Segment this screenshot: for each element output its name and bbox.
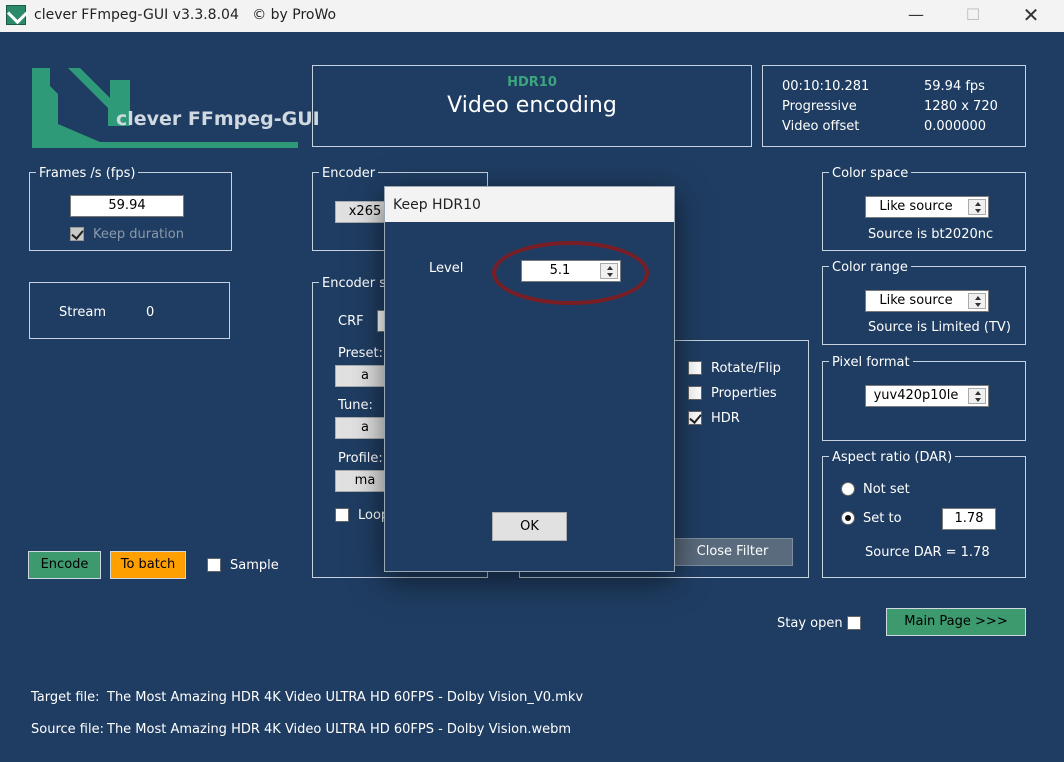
stream-value: 0 bbox=[146, 305, 155, 320]
fps-input[interactable]: 59.94 bbox=[70, 195, 184, 217]
sample-checkbox[interactable] bbox=[207, 558, 221, 572]
to-batch-button[interactable]: To batch bbox=[110, 551, 186, 579]
duration-text: 00:10:10.281 bbox=[782, 79, 870, 94]
crf-label: CRF bbox=[338, 314, 364, 329]
encoder-label: Encoder bbox=[319, 166, 379, 181]
keep-duration-checkbox[interactable] bbox=[70, 227, 84, 241]
info-panel: 00:10:10.281 59.94 fps Progressive 1280 … bbox=[762, 65, 1026, 147]
close-icon[interactable]: ✕ bbox=[1008, 0, 1054, 32]
rotate-checkbox[interactable] bbox=[688, 361, 702, 375]
dialog-title: Keep HDR10 bbox=[385, 187, 674, 222]
stay-open-checkbox[interactable] bbox=[847, 616, 861, 630]
color-space-label: Color space bbox=[829, 166, 912, 181]
color-space-value: Like source bbox=[879, 199, 953, 214]
target-file-label: Target file: bbox=[31, 690, 100, 705]
scan-text: Progressive bbox=[782, 99, 857, 114]
frames-label: Frames /s (fps) bbox=[36, 166, 139, 181]
not-set-label: Not set bbox=[863, 482, 910, 497]
source-file-value: The Most Amazing HDR 4K Video ULTRA HD 6… bbox=[107, 722, 572, 737]
hdr-checkbox[interactable] bbox=[688, 411, 702, 425]
title-bar: clever FFmpeg-GUI v3.3.8.04 © by ProWo —… bbox=[0, 0, 1064, 32]
not-set-radio[interactable] bbox=[841, 482, 855, 496]
color-space-source: Source is bt2020nc bbox=[868, 227, 994, 242]
set-to-radio[interactable] bbox=[841, 511, 855, 525]
aspect-input[interactable]: 1.78 bbox=[942, 508, 996, 530]
rotate-label: Rotate/Flip bbox=[711, 361, 781, 376]
stream-panel: Stream 0 bbox=[29, 282, 230, 339]
keep-duration-label: Keep duration bbox=[93, 227, 184, 242]
maximize-icon[interactable]: ☐ bbox=[950, 0, 996, 32]
encoder-settings-label: Encoder s bbox=[319, 276, 390, 291]
stream-label: Stream bbox=[59, 305, 107, 320]
aspect-source: Source DAR = 1.78 bbox=[865, 545, 990, 560]
spin-arrows-icon[interactable] bbox=[968, 388, 986, 404]
app-icon bbox=[6, 5, 26, 25]
pixel-format-select[interactable]: yuv420p10le bbox=[865, 385, 989, 407]
properties-label: Properties bbox=[711, 386, 777, 401]
set-to-label: Set to bbox=[863, 511, 902, 526]
tune-label: Tune: bbox=[338, 398, 373, 413]
loop-checkbox[interactable] bbox=[335, 508, 349, 522]
pixel-format-value: yuv420p10le bbox=[873, 388, 959, 403]
logo: clever FFmpeg-GUI bbox=[30, 66, 320, 150]
encode-button[interactable]: Encode bbox=[28, 551, 101, 579]
color-range-select[interactable]: Like source bbox=[865, 290, 989, 312]
close-filter-button[interactable]: Close Filter bbox=[672, 538, 793, 566]
spin-arrows-icon[interactable] bbox=[968, 293, 986, 309]
preset-label: Preset: bbox=[338, 346, 383, 361]
color-range-source: Source is Limited (TV) bbox=[868, 320, 1011, 335]
target-file-value: The Most Amazing HDR 4K Video ULTRA HD 6… bbox=[107, 690, 584, 705]
source-file-label: Source file: bbox=[31, 722, 104, 737]
color-range-value: Like source bbox=[879, 293, 953, 308]
color-space-select[interactable]: Like source bbox=[865, 196, 989, 218]
window-title: clever FFmpeg-GUI v3.3.8.04 © by ProWo bbox=[34, 7, 337, 23]
pixel-format-label: Pixel format bbox=[829, 355, 913, 370]
color-range-label: Color range bbox=[829, 260, 911, 275]
main-page-button[interactable]: Main Page >>> bbox=[886, 608, 1026, 636]
logo-text: clever FFmpeg-GUI bbox=[116, 108, 320, 130]
keep-hdr10-dialog: Keep HDR10 Level 5.1 OK bbox=[384, 186, 675, 572]
ok-button[interactable]: OK bbox=[492, 512, 567, 541]
spin-arrows-icon[interactable] bbox=[968, 199, 986, 215]
properties-checkbox[interactable] bbox=[688, 386, 702, 400]
level-label: Level bbox=[429, 261, 464, 276]
hdr-label: HDR bbox=[711, 411, 740, 426]
resolution-text: 1280 x 720 bbox=[924, 99, 998, 114]
minimize-icon[interactable]: — bbox=[893, 0, 939, 32]
stay-open-label: Stay open bbox=[777, 616, 843, 631]
highlight-ellipse bbox=[492, 241, 649, 305]
offset-label: Video offset bbox=[782, 119, 860, 134]
header-panel: HDR10 Video encoding bbox=[312, 65, 752, 147]
fps-text: 59.94 fps bbox=[924, 79, 985, 94]
sample-label: Sample bbox=[230, 558, 279, 573]
header-subtitle: HDR10 bbox=[507, 75, 557, 90]
header-title: Video encoding bbox=[447, 93, 617, 118]
aspect-label: Aspect ratio (DAR) bbox=[829, 450, 956, 465]
profile-label: Profile: bbox=[338, 451, 383, 466]
offset-value: 0.000000 bbox=[924, 119, 987, 134]
